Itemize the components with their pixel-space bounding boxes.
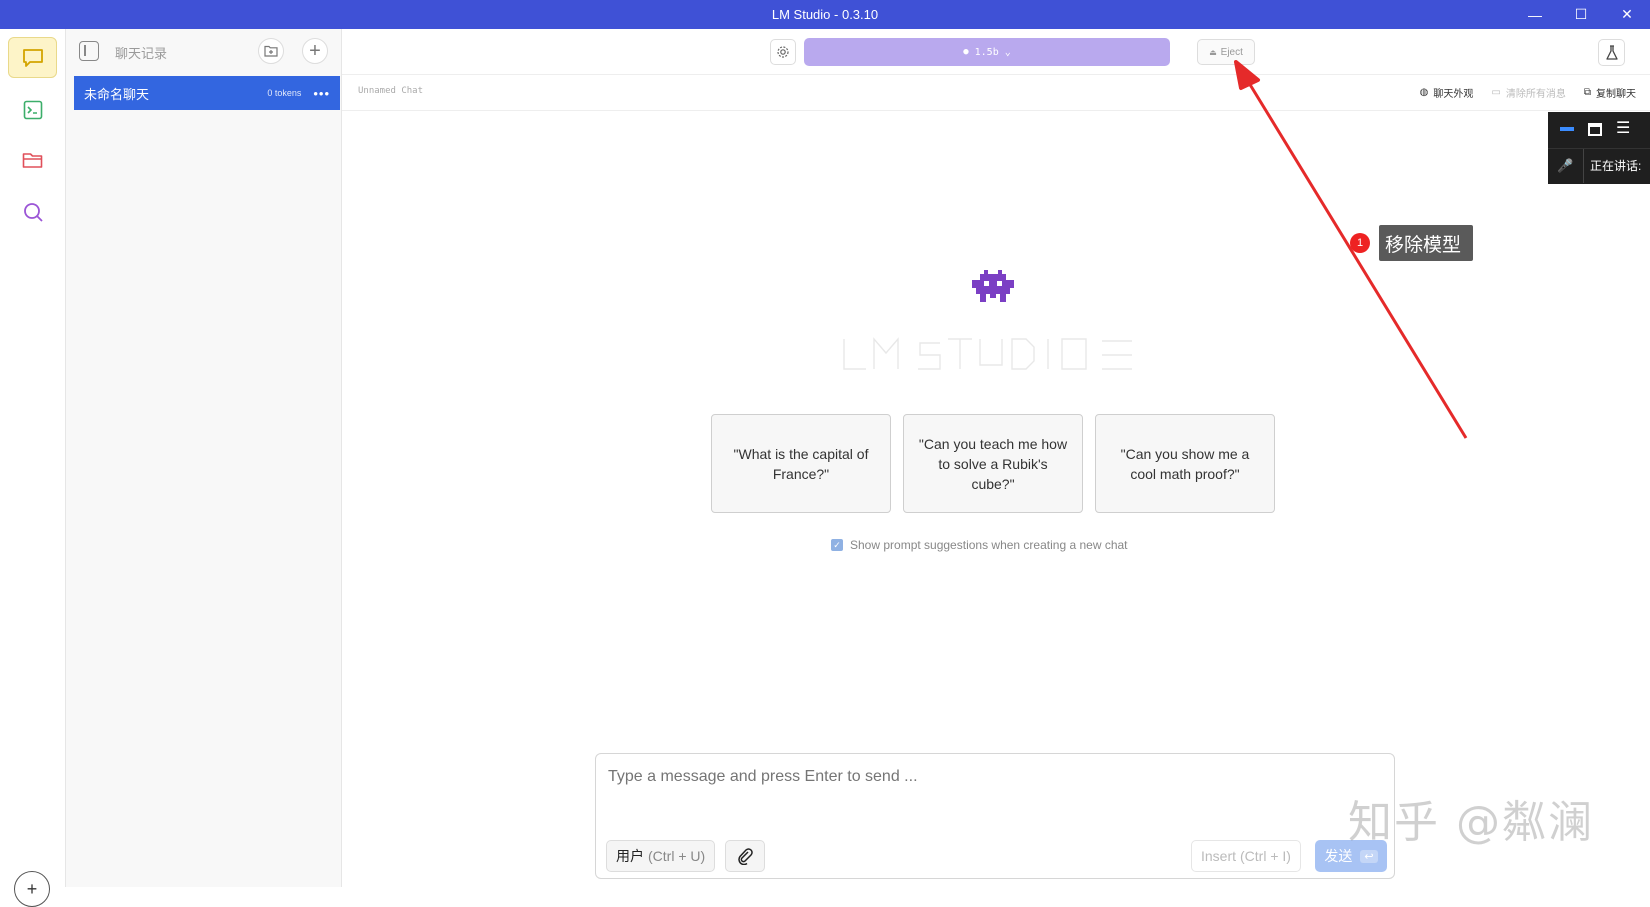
copy-icon: ⧉ [1583, 87, 1591, 98]
chat-list-header: 聊天记录 + [66, 29, 342, 75]
role-shortcut: (Ctrl + U) [648, 848, 706, 864]
prompt-suggestions: "What is the capital of France?" "Can yo… [711, 414, 1275, 513]
insert-label: Insert [1201, 848, 1237, 864]
folder-plus-icon [264, 45, 278, 57]
chat-list-title: 聊天记录 [115, 46, 168, 61]
speaking-label: 正在讲话: [1590, 159, 1642, 173]
more-icon[interactable]: ••• [313, 86, 330, 101]
role-selector-button[interactable]: 用户 (Ctrl + U) [606, 840, 716, 872]
widget-controls: ☰ [1548, 112, 1650, 146]
flask-icon [1605, 44, 1618, 60]
insert-shortcut: (Ctrl + I) [1240, 848, 1291, 864]
window-controls: — ☐ ✕ [1512, 0, 1650, 29]
clear-messages-label: 清除所有消息 [1505, 89, 1566, 100]
suggestion-card[interactable]: "Can you teach me how to solve a Rubik's… [903, 414, 1083, 513]
eject-button[interactable]: ⏏ Eject [1197, 39, 1255, 65]
chevron-down-icon: ⌄ [1004, 46, 1011, 58]
annotation-number-badge: 1 [1350, 233, 1370, 253]
message-input[interactable] [608, 768, 1378, 786]
chat-item-tokens: 0 tokens [267, 88, 302, 98]
show-suggestions-label: Show prompt suggestions when creating a … [850, 538, 1128, 552]
cloud-icon: ● [963, 47, 969, 57]
chat-bubble-icon [22, 48, 43, 67]
chat-name-label[interactable]: Unnamed Chat [358, 86, 423, 96]
chat-nav-button[interactable] [8, 37, 57, 78]
discover-nav-button[interactable] [8, 191, 57, 232]
eject-icon: ⏏ [1209, 47, 1217, 57]
copy-chat-label: 复制聊天 [1596, 89, 1636, 100]
window-titlebar: LM Studio - 0.3.10 — ☐ ✕ [0, 0, 1650, 29]
insert-button[interactable]: Insert (Ctrl + I) [1191, 840, 1301, 872]
clear-messages-button[interactable]: ▭ 清除所有消息 [1491, 85, 1565, 100]
sidebar-toggle-icon[interactable] [79, 41, 99, 61]
mic-muted-icon[interactable]: 🎤 [1548, 148, 1584, 183]
chat-item-name: 未命名聊天 [84, 86, 150, 102]
checkbox-checked-icon[interactable]: ✓ [831, 539, 843, 551]
appearance-button[interactable]: ◍ 聊天外观 [1420, 85, 1474, 100]
models-nav-button[interactable] [8, 139, 57, 180]
new-chat-button[interactable]: + [302, 38, 328, 64]
menu-icon[interactable]: ☰ [1616, 121, 1630, 137]
developer-nav-button[interactable] [8, 89, 57, 130]
lm-studio-ascii-logo [843, 337, 1132, 370]
model-selector-button[interactable]: ● 1.5b ⌄ [804, 38, 1170, 66]
watermark-text: 知乎 @粼澜 [1348, 797, 1594, 848]
suggestion-card[interactable]: "What is the capital of France?" [711, 414, 891, 513]
maximize-button[interactable]: ☐ [1558, 0, 1604, 29]
attach-button[interactable] [725, 840, 765, 872]
lab-button[interactable] [1598, 39, 1625, 66]
plus-icon: + [26, 878, 38, 899]
chat-list-item[interactable]: 未命名聊天 0 tokens ••• [74, 76, 340, 110]
appearance-label: 聊天外观 [1433, 89, 1474, 100]
eject-label: Eject [1220, 46, 1243, 58]
terminal-icon [23, 100, 42, 119]
model-label: 1.5b [974, 46, 999, 58]
chat-list-panel: 聊天记录 + 未命名聊天 0 tokens ••• [66, 29, 342, 887]
floating-voice-widget: ☰ 🎤 正在讲话: [1548, 112, 1650, 184]
paperclip-icon [738, 848, 753, 865]
lm-studio-mascot-icon [972, 270, 1014, 302]
minimize-button[interactable]: — [1512, 0, 1558, 29]
show-suggestions-toggle[interactable]: ✓ Show prompt suggestions when creating … [831, 538, 1128, 552]
clear-icon: ▭ [1491, 87, 1501, 98]
settings-button[interactable] [770, 39, 796, 65]
speaking-row: 🎤 正在讲话: [1548, 148, 1650, 183]
main-topbar: ● 1.5b ⌄ ⏏ Eject [342, 29, 1650, 75]
palette-icon: ◍ [1419, 87, 1429, 98]
rail-bottom-button[interactable]: + [14, 871, 50, 907]
suggestion-card[interactable]: "Can you show me a cool math proof?" [1095, 414, 1275, 513]
plus-icon: + [309, 40, 321, 62]
window-title: LM Studio - 0.3.10 [771, 7, 879, 22]
left-rail: + [0, 29, 66, 907]
role-label: 用户 [616, 848, 644, 864]
annotation-callout: 移除模型 [1379, 225, 1474, 261]
enter-key-icon: ↩ [1360, 849, 1378, 863]
close-button[interactable]: ✕ [1604, 0, 1650, 29]
new-folder-button[interactable] [258, 38, 284, 64]
copy-chat-button[interactable]: ⧉ 复制聊天 [1584, 85, 1636, 100]
minimize-widget-icon[interactable] [1560, 127, 1574, 131]
window-icon[interactable] [1588, 122, 1602, 136]
folder-icon [22, 152, 42, 168]
chat-actions: ◍ 聊天外观 ▭ 清除所有消息 ⧉ 复制聊天 [1420, 85, 1636, 100]
chat-subbar: Unnamed Chat ◍ 聊天外观 ▭ 清除所有消息 ⧉ 复制聊天 [342, 75, 1650, 111]
message-composer: 用户 (Ctrl + U) Insert (Ctrl + I) 发送 ↩ [595, 753, 1395, 879]
gear-icon [777, 46, 789, 58]
search-icon [23, 202, 43, 222]
